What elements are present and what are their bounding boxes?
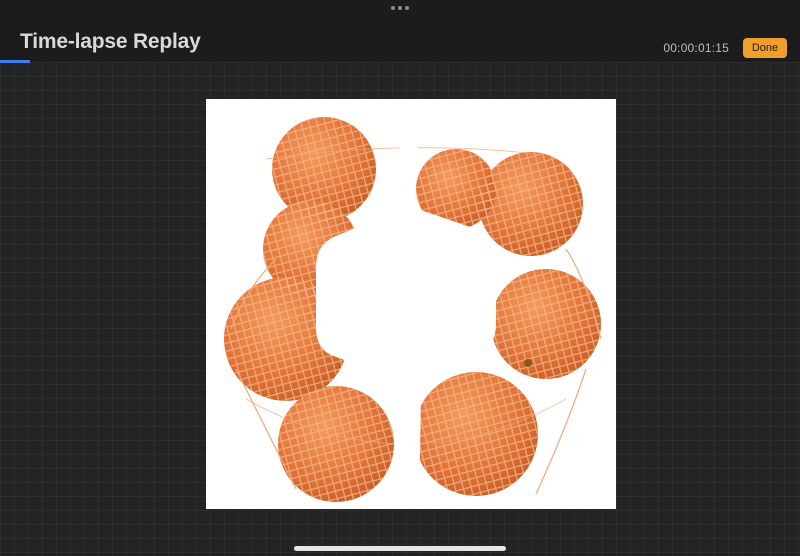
top-bar: Time-lapse Replay 00:00:01:15 Done: [0, 0, 800, 63]
replay-progress-bar[interactable]: [0, 60, 800, 63]
artwork-canvas: [206, 99, 616, 509]
page-title: Time-lapse Replay: [20, 30, 201, 53]
timecode: 00:00:01:15: [663, 41, 729, 55]
oranges-in-net-artwork: [224, 117, 602, 502]
more-options-icon[interactable]: [391, 3, 409, 13]
done-button[interactable]: Done: [743, 38, 787, 58]
replay-screen: Time-lapse Replay 00:00:01:15 Done: [0, 0, 800, 556]
replay-progress-fill: [0, 60, 30, 63]
home-indicator[interactable]: [294, 546, 506, 551]
